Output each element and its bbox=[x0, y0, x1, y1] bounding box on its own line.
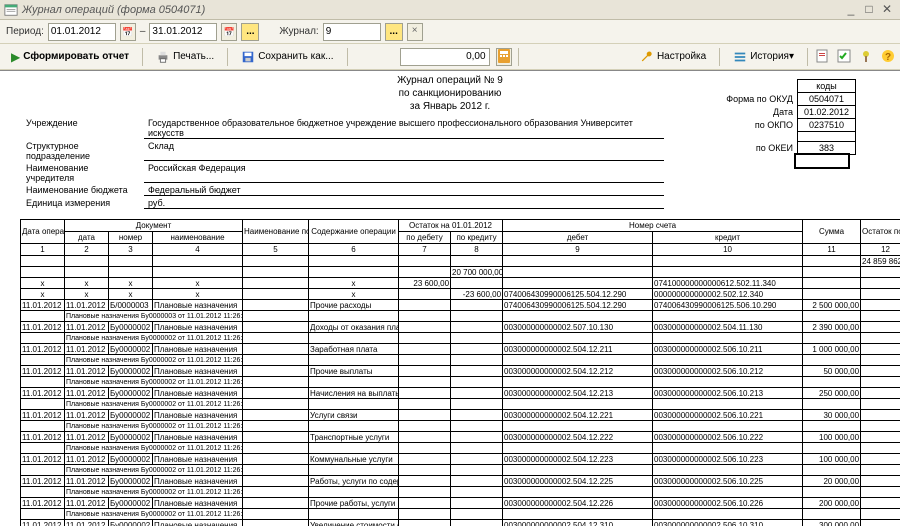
separator bbox=[807, 48, 808, 66]
list-icon bbox=[733, 50, 747, 64]
form-report-button[interactable]: ▶ Сформировать отчет bbox=[4, 47, 136, 67]
titlebar: Журнал операций (форма 0504071) _ □ ✕ bbox=[0, 0, 900, 20]
journal-clear-button[interactable]: × bbox=[407, 23, 423, 41]
calendar-to-button[interactable]: 📅 bbox=[221, 23, 237, 41]
calendar-from-button[interactable]: 📅 bbox=[120, 23, 136, 41]
settings-button[interactable]: Настройка bbox=[633, 47, 713, 67]
black-box bbox=[794, 153, 850, 169]
separator bbox=[347, 48, 348, 66]
checklist-icon bbox=[837, 49, 851, 63]
page-icon bbox=[815, 49, 829, 63]
journal-picker-button[interactable]: ... bbox=[385, 23, 403, 41]
save-as-button[interactable]: Сохранить как... bbox=[234, 47, 340, 67]
diskette-icon bbox=[241, 50, 255, 64]
help-button[interactable]: ? bbox=[880, 49, 896, 65]
separator bbox=[518, 48, 519, 66]
toolbar-icon-2[interactable] bbox=[836, 49, 852, 65]
dash: – bbox=[140, 26, 146, 37]
codes-table: коды Форма по ОКУД0504071 Дата01.02.2012… bbox=[720, 79, 856, 155]
print-button[interactable]: Печать... bbox=[149, 47, 221, 67]
period-row: Период: 📅 – 📅 ... Журнал: ... × bbox=[0, 20, 900, 44]
period-picker-button[interactable]: ... bbox=[241, 23, 259, 41]
calculator-icon bbox=[498, 49, 510, 63]
journal-label: Журнал: bbox=[279, 26, 318, 37]
report-area[interactable]: Журнал операций № 9 по санкционированию … bbox=[0, 70, 900, 526]
maximize-button[interactable]: □ bbox=[860, 2, 878, 18]
pin-icon bbox=[859, 49, 873, 63]
history-button[interactable]: История▾ bbox=[726, 47, 801, 67]
period-label: Период: bbox=[6, 26, 44, 37]
period-to-input[interactable] bbox=[149, 23, 217, 41]
window-title: Журнал операций (форма 0504071) bbox=[22, 4, 842, 16]
question-icon: ? bbox=[881, 49, 895, 63]
printer-icon bbox=[156, 50, 170, 64]
separator bbox=[227, 48, 228, 66]
toolbar-icon-1[interactable] bbox=[814, 49, 830, 65]
close-button[interactable]: ✕ bbox=[878, 2, 896, 18]
period-from-input[interactable] bbox=[48, 23, 116, 41]
sum-field[interactable] bbox=[400, 48, 490, 66]
app-icon bbox=[4, 3, 18, 17]
play-icon: ▶ bbox=[11, 50, 20, 64]
separator bbox=[719, 48, 720, 66]
wrench-icon bbox=[640, 50, 654, 64]
svg-text:?: ? bbox=[885, 52, 891, 63]
toolbar-icon-3[interactable] bbox=[858, 49, 874, 65]
toolbar: ▶ Сформировать отчет Печать... Сохранить… bbox=[0, 44, 900, 70]
meta-table: УчреждениеГосударственное образовательно… bbox=[20, 116, 666, 211]
journal-input[interactable] bbox=[323, 23, 381, 41]
calculator-button[interactable] bbox=[496, 48, 512, 66]
minimize-button[interactable]: _ bbox=[842, 2, 860, 18]
separator bbox=[142, 48, 143, 66]
data-table: Дата операций Документ Наименование пока… bbox=[20, 219, 900, 526]
